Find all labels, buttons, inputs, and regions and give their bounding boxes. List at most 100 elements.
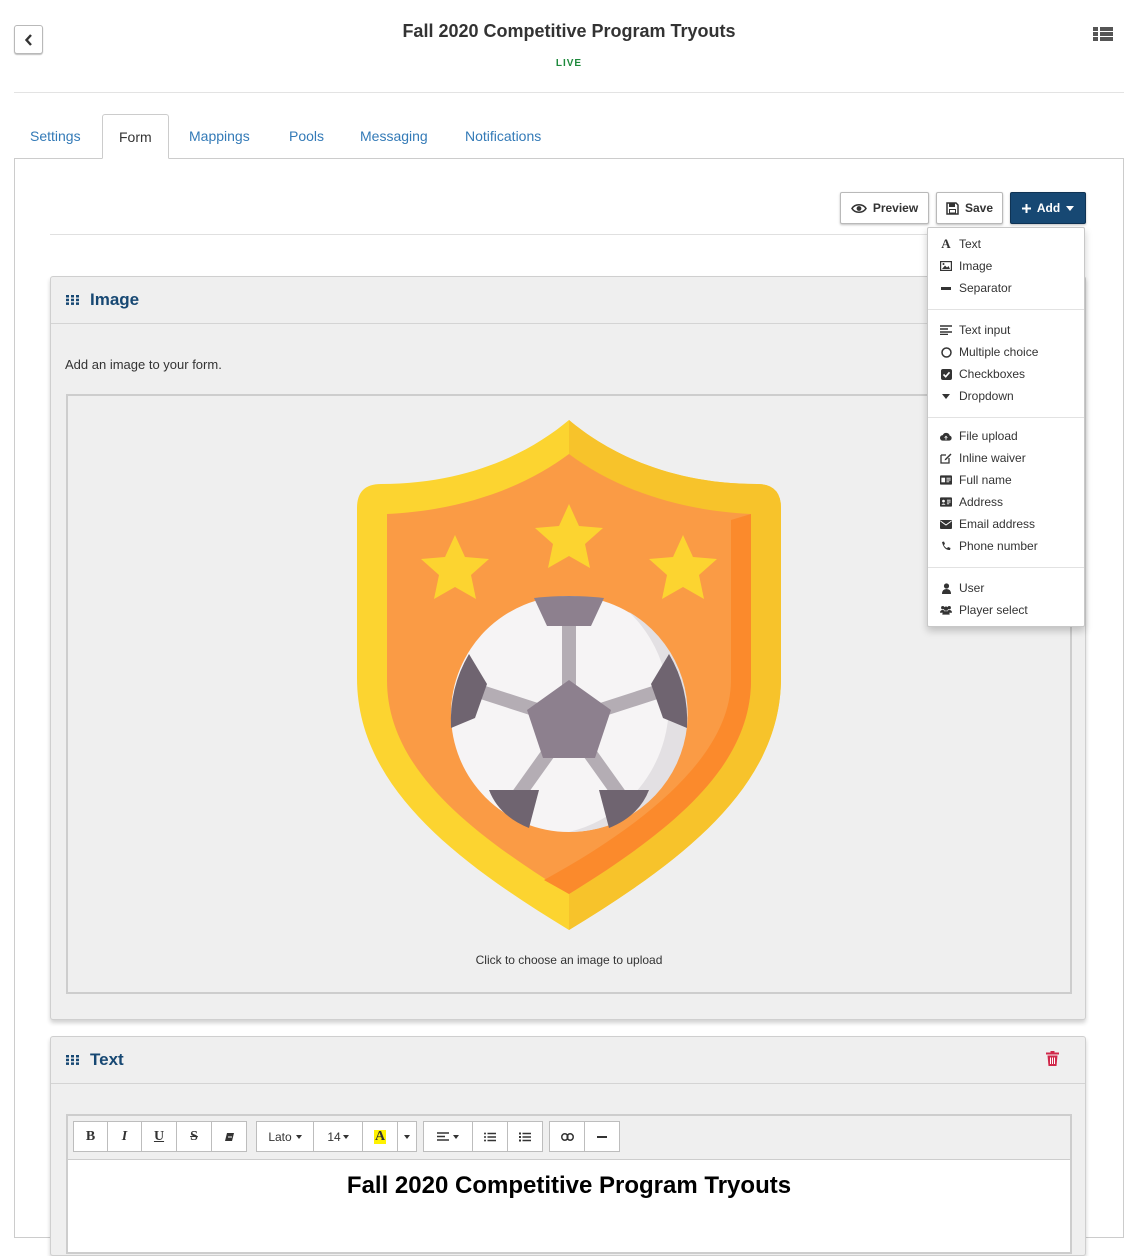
caret-down-icon xyxy=(940,393,952,399)
add-label: Add xyxy=(1036,201,1061,215)
highlight-icon: A xyxy=(373,1128,387,1144)
menu-item-label: Player select xyxy=(959,603,1028,617)
font-family-value: Lato xyxy=(268,1129,292,1144)
strikethrough-button[interactable]: S xyxy=(176,1121,212,1152)
font-size-select[interactable]: 14 xyxy=(313,1121,363,1152)
menu-item-separator[interactable]: Separator xyxy=(940,277,1012,299)
italic-icon: I xyxy=(121,1128,128,1144)
menu-item-user[interactable]: User xyxy=(940,577,984,599)
save-label: Save xyxy=(964,201,994,215)
tab-mappings[interactable]: Mappings xyxy=(173,114,266,158)
menu-item-label: Email address xyxy=(959,517,1036,531)
menu-item-label: Text xyxy=(959,237,982,251)
menu-item-multiple-choice[interactable]: Multiple choice xyxy=(940,341,1038,363)
plus-icon xyxy=(1021,203,1031,213)
address-card-icon xyxy=(940,497,952,507)
menu-divider xyxy=(928,309,1084,310)
eye-icon xyxy=(850,203,867,213)
rich-text-editor: B I U S Lato 14 A Fall 2020 Competitive … xyxy=(66,1114,1072,1254)
trash-icon[interactable] xyxy=(1046,1051,1059,1066)
italic-button[interactable]: I xyxy=(107,1121,142,1152)
text-block-card: Text B I U S Lato 14 A Fall 2020 Competi… xyxy=(50,1036,1086,1256)
link-button[interactable] xyxy=(549,1121,585,1152)
add-element-menu: A Text Image Separator Text input Multip… xyxy=(927,227,1085,627)
menu-item-phone-number[interactable]: Phone number xyxy=(940,535,1038,557)
menu-item-label: Address xyxy=(959,495,1004,509)
caret-down-icon xyxy=(404,1134,410,1139)
menu-item-player-select[interactable]: Player select xyxy=(940,599,1028,621)
unordered-list-icon xyxy=(484,1132,496,1141)
image-upload-area[interactable]: Click to choose an image to upload xyxy=(66,394,1072,994)
tab-form[interactable]: Form xyxy=(102,114,169,159)
menu-item-label: Separator xyxy=(959,281,1012,295)
preview-button[interactable]: Preview xyxy=(840,192,929,224)
eraser-icon xyxy=(224,1132,234,1141)
page-title: Fall 2020 Competitive Program Tryouts xyxy=(402,21,736,41)
menu-divider xyxy=(928,567,1084,568)
menu-item-text[interactable]: A Text xyxy=(940,233,981,255)
bold-icon: B xyxy=(85,1128,96,1144)
menu-item-label: Image xyxy=(959,259,993,273)
list-view-button[interactable] xyxy=(1093,26,1113,47)
text-block-header: Text xyxy=(51,1037,1085,1084)
align-left-icon xyxy=(940,325,952,335)
menu-item-file-upload[interactable]: File upload xyxy=(940,425,1018,447)
caret-down-icon xyxy=(453,1134,459,1139)
users-icon xyxy=(940,605,952,615)
caret-down-icon xyxy=(1066,205,1075,211)
drag-handle-icon[interactable] xyxy=(66,1055,80,1065)
soccer-shield-badge-icon xyxy=(357,420,781,930)
tab-pools[interactable]: Pools xyxy=(273,114,340,158)
font-family-select[interactable]: Lato xyxy=(256,1121,314,1152)
bullet-list-button[interactable] xyxy=(472,1121,508,1152)
horizontal-rule-button[interactable] xyxy=(584,1121,620,1152)
list-icon xyxy=(1093,27,1113,41)
menu-item-image[interactable]: Image xyxy=(940,255,992,277)
menu-item-full-name[interactable]: Full name xyxy=(940,469,1012,491)
tab-notifications[interactable]: Notifications xyxy=(449,114,557,158)
highlight-color-dropdown[interactable] xyxy=(397,1121,417,1152)
radio-icon xyxy=(940,346,952,358)
tab-messaging[interactable]: Messaging xyxy=(344,114,444,158)
underline-button[interactable]: U xyxy=(141,1121,177,1152)
menu-item-text-input[interactable]: Text input xyxy=(940,319,1010,341)
numbered-list-button[interactable] xyxy=(507,1121,543,1152)
editor-toolbar: B I U S Lato 14 A xyxy=(68,1116,1070,1160)
menu-item-address[interactable]: Address xyxy=(940,491,1003,513)
bold-button[interactable]: B xyxy=(73,1121,108,1152)
menu-item-inline-waiver[interactable]: Inline waiver xyxy=(940,447,1026,469)
save-button[interactable]: Save xyxy=(936,192,1003,224)
picture-icon xyxy=(940,261,952,271)
menu-item-label: File upload xyxy=(959,429,1018,443)
menu-item-label: User xyxy=(959,581,985,595)
menu-divider xyxy=(928,417,1084,418)
menu-item-dropdown[interactable]: Dropdown xyxy=(940,385,1014,407)
drag-handle-icon[interactable] xyxy=(66,295,80,305)
menu-item-label: Checkboxes xyxy=(959,367,1026,381)
strikethrough-icon: S xyxy=(190,1128,198,1144)
edit-icon xyxy=(940,452,952,464)
tab-settings[interactable]: Settings xyxy=(14,114,97,158)
font-size-value: 14 xyxy=(327,1129,341,1144)
menu-item-checkboxes[interactable]: Checkboxes xyxy=(940,363,1025,385)
paragraph-align-select[interactable] xyxy=(423,1121,473,1152)
floppy-disk-icon xyxy=(946,201,959,215)
menu-item-label: Multiple choice xyxy=(959,345,1039,359)
font-icon: A xyxy=(941,236,951,251)
menu-item-email-address[interactable]: Email address xyxy=(940,513,1035,535)
ordered-list-icon xyxy=(519,1132,531,1141)
minus-icon xyxy=(597,1135,607,1138)
add-dropdown-button[interactable]: Add xyxy=(1010,192,1086,224)
caret-down-icon xyxy=(295,1134,302,1139)
image-block-description: Add an image to your form. xyxy=(65,357,222,372)
editor-content-heading[interactable]: Fall 2020 Competitive Program Tryouts xyxy=(68,1172,1070,1200)
caret-down-icon xyxy=(342,1134,349,1139)
highlight-color-button[interactable]: A xyxy=(362,1121,398,1152)
link-icon xyxy=(560,1132,574,1141)
align-left-icon xyxy=(437,1132,449,1141)
clear-format-button[interactable] xyxy=(211,1121,247,1152)
image-block-title: Image xyxy=(90,290,140,309)
status-badge: LIVE xyxy=(555,58,583,69)
underline-icon: U xyxy=(153,1128,165,1144)
user-icon xyxy=(940,582,952,594)
